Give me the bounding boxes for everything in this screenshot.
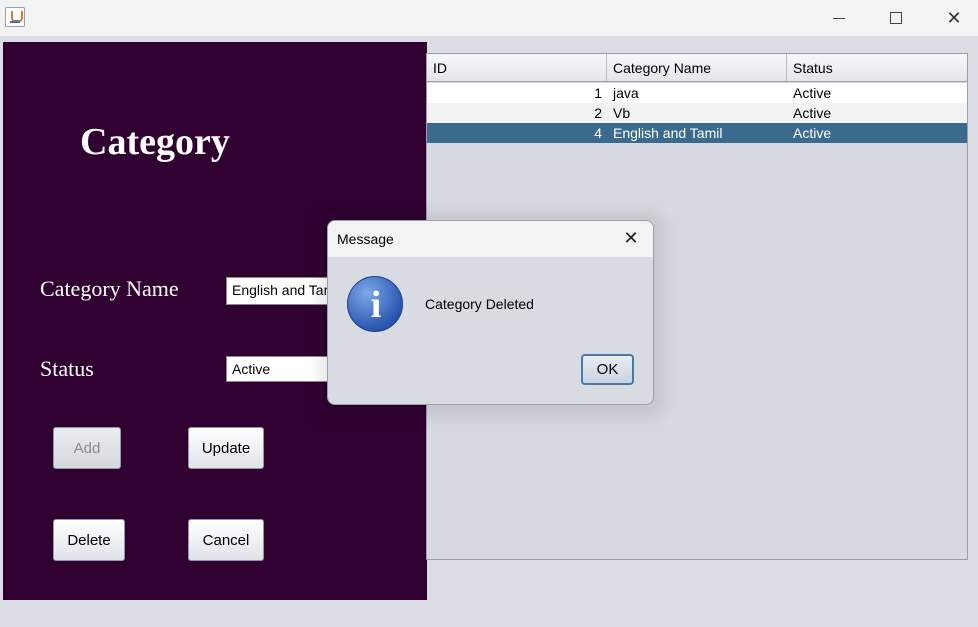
column-header-id[interactable]: ID [427, 54, 607, 81]
dialog-title: Message [337, 231, 394, 247]
info-icon: i [347, 276, 403, 332]
ok-button[interactable]: OK [581, 354, 634, 385]
category-name-label: Category Name [40, 276, 179, 301]
table-header: ID Category Name Status [427, 54, 967, 82]
cell-category-name: English and Tamil [613, 125, 723, 141]
page-title: Category [80, 121, 230, 163]
status-label: Status [40, 356, 94, 381]
dialog-message: Category Deleted [425, 296, 534, 312]
table-row[interactable]: 1 java Active [427, 83, 967, 103]
dialog-titlebar: Message ✕ [328, 221, 653, 257]
cell-id: 1 [594, 85, 602, 101]
update-button[interactable]: Update [188, 427, 264, 469]
cell-category-name: Vb [613, 105, 631, 121]
message-dialog: Message ✕ i Category Deleted OK [327, 220, 654, 405]
column-header-category-name[interactable]: Category Name [607, 54, 787, 81]
maximize-button[interactable] [867, 0, 925, 36]
info-icon-glyph: i [370, 284, 382, 326]
cell-status: Active [793, 125, 832, 141]
window-titlebar: ✕ [0, 0, 978, 36]
java-cup-icon[interactable] [5, 7, 25, 27]
cancel-button[interactable]: Cancel [188, 519, 264, 561]
minimize-button[interactable] [810, 0, 868, 36]
table-row-selected[interactable]: 4 English and Tamil Active [427, 123, 967, 143]
add-button[interactable]: Add [53, 427, 121, 469]
close-window-button[interactable]: ✕ [925, 0, 978, 36]
dialog-close-button[interactable]: ✕ [618, 226, 644, 252]
table-row[interactable]: 2 Vb Active [427, 103, 967, 123]
cell-category-name: java [613, 85, 639, 101]
cell-id: 2 [594, 105, 602, 121]
cell-id: 4 [594, 125, 602, 141]
delete-button[interactable]: Delete [53, 519, 125, 561]
cell-status: Active [793, 85, 832, 101]
cell-status: Active [793, 105, 832, 121]
column-header-status[interactable]: Status [787, 54, 967, 81]
